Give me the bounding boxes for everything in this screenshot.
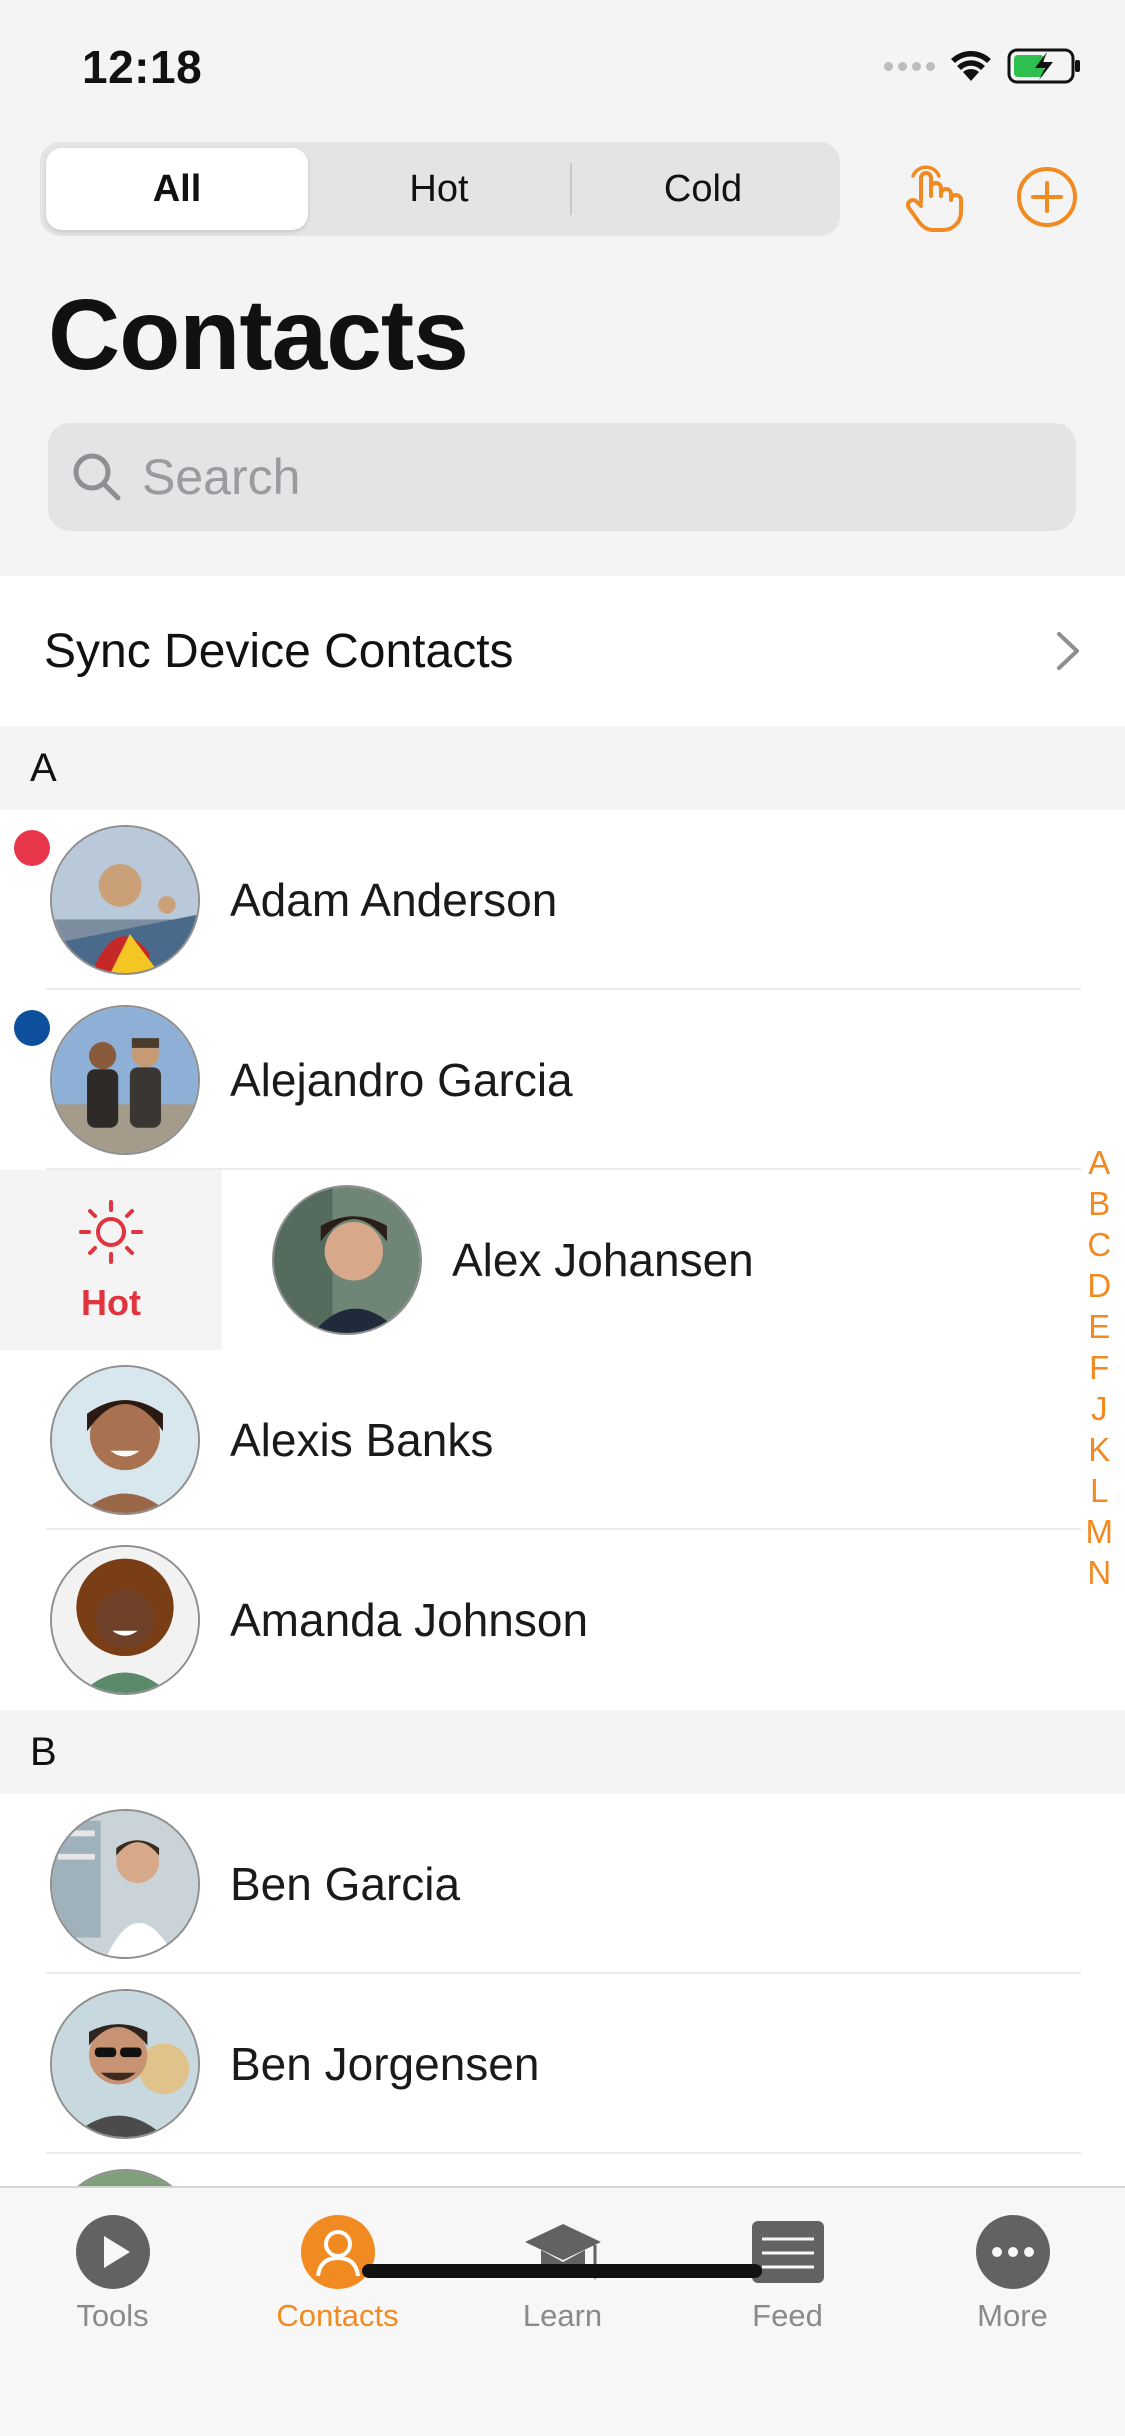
index-letter[interactable]: N xyxy=(1087,1552,1111,1593)
mark-hot-action[interactable]: Hot xyxy=(0,1170,222,1350)
contact-row-ben-garcia[interactable]: Ben Garcia xyxy=(0,1794,1125,1974)
avatar xyxy=(50,1989,200,2139)
battery-icon xyxy=(1007,48,1080,84)
graduation-cap-icon xyxy=(523,2212,603,2292)
index-letter[interactable]: C xyxy=(1087,1224,1111,1265)
tab-label: Tools xyxy=(76,2298,149,2333)
index-letter[interactable]: E xyxy=(1088,1306,1110,1347)
hot-action-label: Hot xyxy=(81,1282,141,1323)
avatar xyxy=(50,1545,200,1695)
segment-hot[interactable]: Hot xyxy=(308,148,570,230)
avatar xyxy=(50,1809,200,1959)
status-time: 12:18 xyxy=(82,41,203,93)
contact-row-amanda-johnson[interactable]: Amanda Johnson xyxy=(0,1530,1125,1710)
segment-all[interactable]: All xyxy=(46,148,308,230)
avatar xyxy=(50,825,200,975)
search-input[interactable] xyxy=(142,448,1022,506)
index-letter[interactable]: J xyxy=(1091,1388,1108,1429)
touch-gesture-button[interactable] xyxy=(896,160,970,234)
cellular-signal-icon xyxy=(884,61,935,71)
segment-cold[interactable]: Cold xyxy=(572,148,834,230)
contact-name: Alex Johansen xyxy=(452,1234,754,1286)
contact-row-alejandro-garcia[interactable]: Alejandro Garcia xyxy=(0,990,1125,1170)
tab-label: Learn xyxy=(522,2298,603,2333)
status-dot xyxy=(14,1010,50,1046)
sync-label: Sync Device Contacts xyxy=(44,624,514,678)
avatar xyxy=(272,1185,422,1335)
section-header-a: A xyxy=(0,726,1125,810)
tab-label: Contacts xyxy=(276,2298,399,2333)
home-indicator xyxy=(362,2264,762,2278)
contact-row-alexis-banks[interactable]: Alexis Banks xyxy=(0,1350,1125,1530)
sun-icon xyxy=(79,1200,143,1264)
tab-feed[interactable]: Feed xyxy=(675,2188,900,2338)
index-letter[interactable]: M xyxy=(1086,1511,1114,1552)
contact-name: Alexis Banks xyxy=(230,1414,494,1466)
tab-more[interactable]: More xyxy=(900,2188,1125,2338)
chevron-right-icon xyxy=(1057,632,1079,670)
contact-name: Ben Jorgensen xyxy=(230,2038,540,2090)
avatar-photo xyxy=(274,1187,420,1333)
tab-contacts[interactable]: Contacts xyxy=(225,2188,450,2338)
contact-row-adam-anderson[interactable]: Adam Anderson xyxy=(0,810,1125,990)
avatar-photo xyxy=(52,827,198,973)
index-letter[interactable]: D xyxy=(1087,1265,1111,1306)
avatar xyxy=(50,1005,200,1155)
index-letter[interactable]: K xyxy=(1088,1429,1110,1470)
contact-name: Amanda Johnson xyxy=(230,1594,589,1646)
contact-name: Alejandro Garcia xyxy=(230,1054,573,1106)
avatar-photo xyxy=(52,1367,198,1513)
add-contact-button[interactable] xyxy=(1010,160,1084,234)
alphabet-index[interactable]: A B C D E F J K L M N xyxy=(1086,1142,1114,1593)
tab-label: Feed xyxy=(752,2298,823,2333)
status-dot xyxy=(14,830,50,866)
contact-row-alex-johansen[interactable]: Hot Alex Johansen xyxy=(0,1170,1125,1350)
contacts-list: Sync Device Contacts A Adam Anderson Ale… xyxy=(0,576,1125,2334)
contact-row-ben-jorgensen[interactable]: Ben Jorgensen xyxy=(0,1974,1125,2154)
contact-name: Ben Garcia xyxy=(230,1858,461,1910)
wifi-icon xyxy=(951,51,991,81)
search-icon xyxy=(73,453,121,501)
index-letter[interactable]: L xyxy=(1090,1470,1108,1511)
avatar-photo xyxy=(52,1007,198,1153)
avatar-photo xyxy=(52,1547,198,1693)
index-letter[interactable]: F xyxy=(1089,1347,1109,1388)
avatar-photo xyxy=(52,1991,198,2137)
play-icon xyxy=(73,2212,153,2292)
plus-circle-icon xyxy=(1017,167,1077,227)
page-title: Contacts xyxy=(48,279,469,391)
sync-device-contacts-row[interactable]: Sync Device Contacts xyxy=(0,576,1125,726)
tab-learn[interactable]: Learn xyxy=(450,2188,675,2338)
contact-name: Adam Anderson xyxy=(230,874,558,926)
tab-bar: Tools Contacts Learn Feed More xyxy=(0,2186,1125,2436)
hand-pointer-icon xyxy=(906,165,963,232)
avatar-photo xyxy=(52,1811,198,1957)
index-letter[interactable]: B xyxy=(1088,1183,1110,1224)
tab-label: More xyxy=(977,2298,1048,2333)
section-header-b: B xyxy=(0,1710,1125,1794)
status-icons xyxy=(884,48,1083,84)
search-bar[interactable] xyxy=(48,423,1076,531)
more-icon xyxy=(973,2212,1053,2292)
index-letter[interactable]: A xyxy=(1088,1142,1110,1183)
person-icon xyxy=(298,2212,378,2292)
avatar xyxy=(50,1365,200,1515)
tab-tools[interactable]: Tools xyxy=(0,2188,225,2338)
feed-icon xyxy=(748,2212,828,2292)
swiped-contact-content[interactable]: Alex Johansen xyxy=(222,1170,1125,1350)
status-bar: 12:18 xyxy=(0,0,1125,135)
filter-segmented-control: All Hot Cold xyxy=(40,142,840,236)
